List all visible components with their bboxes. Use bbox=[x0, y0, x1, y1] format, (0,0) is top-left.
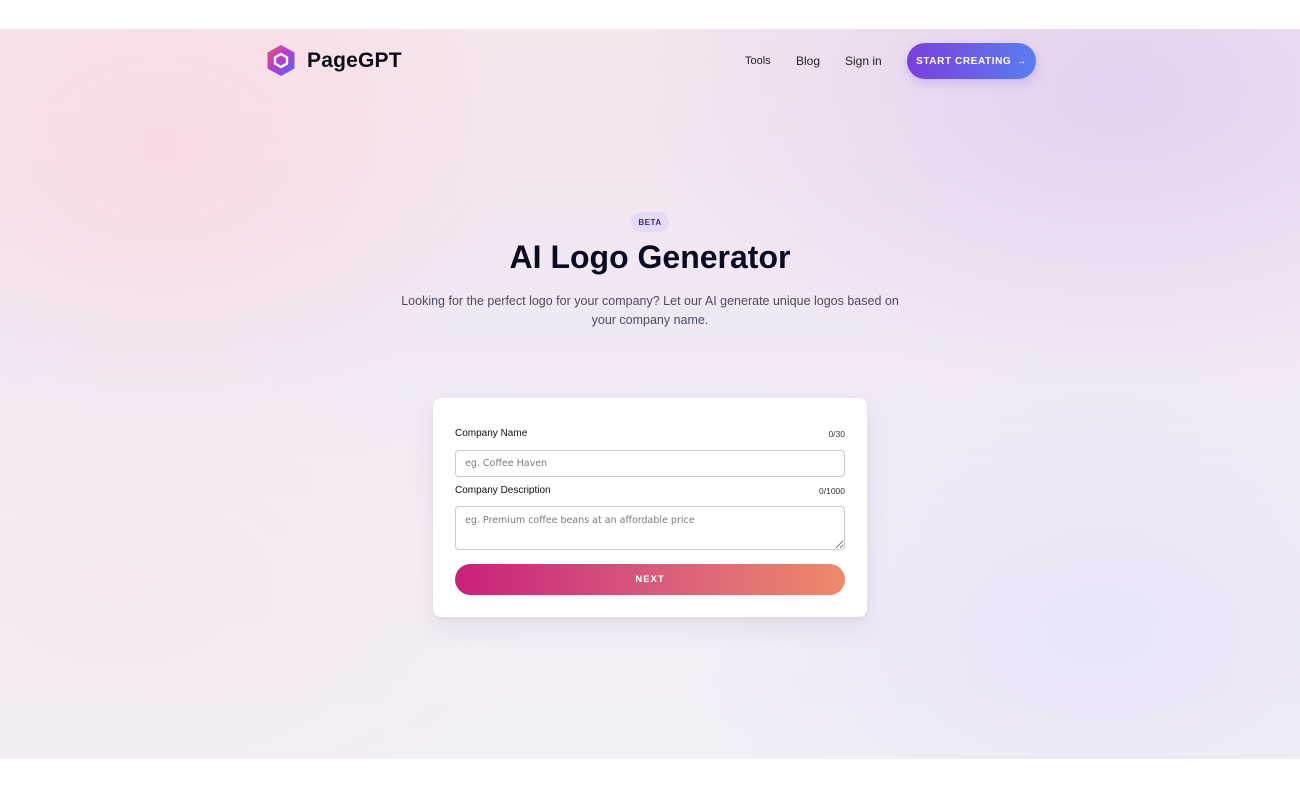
top-navigation: PageGPT Tools Blog Sign in START CREATIN… bbox=[0, 29, 1300, 93]
company-description-label: Company Description bbox=[455, 485, 551, 496]
logo-generator-form: Company Name 0/30 Company Description 0/… bbox=[433, 398, 867, 617]
next-button[interactable]: NEXT bbox=[455, 564, 845, 595]
company-description-header: Company Description 0/1000 bbox=[455, 485, 845, 496]
company-name-char-count: 0/30 bbox=[828, 428, 845, 439]
arrow-right-icon: → bbox=[1016, 55, 1027, 67]
brand-name: PageGPT bbox=[307, 48, 402, 72]
company-name-input[interactable] bbox=[455, 450, 845, 477]
start-creating-label: START CREATING bbox=[916, 55, 1012, 67]
hexagon-logo-icon bbox=[267, 45, 295, 76]
company-description-input[interactable] bbox=[455, 506, 845, 550]
nav-link-tools[interactable]: Tools bbox=[745, 55, 771, 67]
page-viewport: PageGPT Tools Blog Sign in START CREATIN… bbox=[0, 29, 1300, 759]
company-name-label: Company Name bbox=[455, 428, 528, 439]
company-name-header: Company Name 0/30 bbox=[455, 428, 845, 439]
page-title: AI Logo Generator bbox=[509, 239, 791, 275]
start-creating-button[interactable]: START CREATING → bbox=[907, 43, 1036, 79]
nav-link-blog[interactable]: Blog bbox=[796, 54, 820, 68]
nav-link-sign-in[interactable]: Sign in bbox=[845, 54, 882, 68]
beta-badge: BETA bbox=[631, 212, 669, 232]
company-description-char-count: 0/1000 bbox=[819, 485, 845, 496]
brand[interactable]: PageGPT bbox=[266, 44, 402, 77]
page-subtitle: Looking for the perfect logo for your co… bbox=[401, 294, 899, 327]
